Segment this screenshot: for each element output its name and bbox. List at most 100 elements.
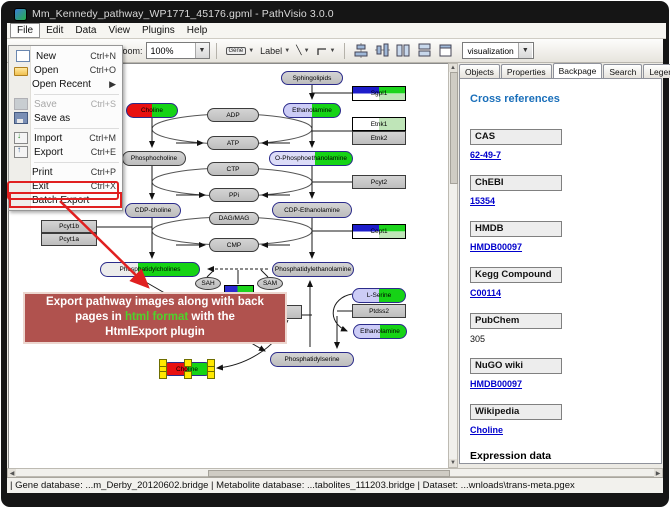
chevron-down-icon[interactable]: ▼ bbox=[248, 48, 254, 54]
chevron-down-icon[interactable]: ▼ bbox=[195, 43, 209, 58]
chevron-down-icon[interactable]: ▼ bbox=[284, 48, 290, 54]
menu-item-label: New bbox=[36, 51, 90, 62]
node-pcyt1a[interactable]: Pcyt1a bbox=[41, 233, 97, 246]
canvas-vertical-scrollbar[interactable]: ▲ ▼ bbox=[448, 63, 458, 468]
selection-handle[interactable] bbox=[184, 371, 192, 379]
node-phosphatidylserine[interactable]: Phosphatidylserine bbox=[270, 352, 354, 367]
side-panel-tabs: ObjectsPropertiesBackpageSearchLegend bbox=[459, 63, 663, 78]
selection-handle[interactable] bbox=[207, 371, 215, 379]
node-etnk2[interactable]: Etnk2 bbox=[352, 131, 406, 145]
selection-handle[interactable] bbox=[159, 371, 167, 379]
menubar-item-plugins[interactable]: Plugins bbox=[136, 24, 181, 37]
menu-item-batch-export[interactable]: Batch Export bbox=[10, 193, 121, 207]
node-adp[interactable]: ADP bbox=[207, 108, 259, 122]
scroll-down-icon[interactable]: ▼ bbox=[449, 459, 457, 467]
menu-item-open-recent[interactable]: Open Recent▶ bbox=[10, 77, 121, 91]
chevron-down-icon[interactable]: ▼ bbox=[330, 48, 336, 54]
menubar-item-file[interactable]: File bbox=[10, 23, 40, 38]
node-choline[interactable]: Choline bbox=[162, 362, 212, 376]
node-pcyt1b[interactable]: Pcyt1b bbox=[41, 220, 97, 233]
node-sgpl1[interactable]: Sgpl1 bbox=[352, 86, 406, 101]
add-datanode-button[interactable]: Gene▼ bbox=[224, 42, 257, 59]
tab-search[interactable]: Search bbox=[603, 64, 642, 78]
section-header: CAS bbox=[470, 129, 562, 145]
menu-shortcut: Ctrl+M bbox=[89, 133, 121, 143]
line-tool-icon: ╲ bbox=[296, 45, 301, 56]
scrollbar-thumb[interactable] bbox=[450, 72, 458, 184]
backpage-section-wikipedia: WikipediaCholine bbox=[470, 404, 661, 438]
node-o-phosphoethanolamine[interactable]: O-Phosphoethanolamine bbox=[269, 151, 353, 166]
xref-link[interactable]: HMDB00097 bbox=[470, 379, 522, 391]
node-cdp-ethanolamine[interactable]: CDP-Ethanolamine bbox=[272, 202, 352, 218]
menubar-item-help[interactable]: Help bbox=[181, 24, 214, 37]
elbow-connector-button[interactable]: ▼ bbox=[314, 42, 338, 59]
node-label: CDP-Ethanolamine bbox=[284, 207, 340, 214]
section-header: HMDB bbox=[470, 221, 562, 237]
node-sah[interactable]: SAH bbox=[195, 277, 221, 290]
xref-link[interactable]: C00114 bbox=[470, 288, 501, 300]
node-ctp[interactable]: CTP bbox=[207, 162, 259, 176]
node-cdp-choline[interactable]: CDP-choline bbox=[125, 203, 181, 218]
node-ppi[interactable]: PPi bbox=[209, 188, 259, 202]
tab-objects[interactable]: Objects bbox=[459, 64, 500, 78]
canvas-horizontal-scrollbar[interactable]: ◀ ▶ bbox=[7, 468, 663, 477]
zoom-combobox[interactable]: 100% ▼ bbox=[146, 42, 210, 59]
align-center-x-icon[interactable] bbox=[354, 43, 369, 58]
toolbar-separator bbox=[344, 43, 345, 59]
node-dag-mag[interactable]: DAG/MAG bbox=[209, 212, 259, 225]
menu-item-save[interactable]: SaveCtrl+S bbox=[10, 97, 121, 111]
tab-backpage[interactable]: Backpage bbox=[553, 63, 603, 78]
menu-item-import[interactable]: ImportCtrl+M bbox=[10, 131, 121, 145]
menu-item-export[interactable]: ExportCtrl+E bbox=[10, 145, 121, 159]
chevron-down-icon[interactable]: ▼ bbox=[304, 48, 310, 54]
line-tool-button[interactable]: ╲▼ bbox=[294, 42, 311, 59]
menu-item-new[interactable]: NewCtrl+N bbox=[10, 49, 121, 63]
xref-link[interactable]: 15354 bbox=[470, 196, 495, 208]
node-sam[interactable]: SAM bbox=[257, 277, 283, 290]
xref-link[interactable]: HMDB00097 bbox=[470, 242, 522, 254]
node-phosphocholine[interactable]: Phosphocholine bbox=[122, 151, 186, 166]
new-window-icon[interactable] bbox=[438, 43, 453, 58]
node-l-serine[interactable]: L-Serine bbox=[352, 288, 406, 303]
tab-properties[interactable]: Properties bbox=[501, 64, 552, 78]
pathvisio-app-icon bbox=[14, 8, 27, 21]
node-sphingolipids[interactable]: Sphingolipids bbox=[281, 71, 343, 85]
node-choline[interactable]: Choline bbox=[126, 103, 178, 118]
menu-item-print[interactable]: PrintCtrl+P bbox=[10, 165, 121, 179]
chevron-down-icon[interactable]: ▼ bbox=[518, 43, 532, 58]
tab-legend[interactable]: Legend bbox=[643, 64, 670, 78]
add-label-button[interactable]: Label▼ bbox=[258, 42, 292, 59]
node-label: Pcyt1a bbox=[59, 236, 79, 243]
backpage-panel: Cross references CAS62-49-7ChEBI15354HMD… bbox=[459, 78, 662, 464]
selection-handle[interactable] bbox=[184, 359, 192, 367]
node-label: Phosphatidylserine bbox=[285, 356, 340, 363]
scrollbar-thumb[interactable] bbox=[208, 470, 450, 477]
menu-item-save-as[interactable]: Save as bbox=[10, 111, 121, 125]
scroll-up-icon[interactable]: ▲ bbox=[449, 64, 457, 72]
common-width-icon[interactable] bbox=[417, 43, 432, 58]
menubar-item-data[interactable]: Data bbox=[69, 24, 102, 37]
node-ethanolamine[interactable]: Ethanolamine bbox=[283, 103, 341, 118]
xref-link[interactable]: Choline bbox=[470, 425, 503, 437]
node-cmp[interactable]: CMP bbox=[209, 238, 259, 252]
node-etnk1[interactable]: Etnk1 bbox=[352, 117, 406, 131]
node-ethanolamine[interactable]: Ethanolamine bbox=[353, 324, 407, 339]
menu-item-open[interactable]: OpenCtrl+O bbox=[10, 63, 121, 77]
visualization-combobox[interactable]: visualization ▼ bbox=[462, 42, 534, 59]
node-phosphatidylcholines[interactable]: Phosphatidylcholines bbox=[100, 262, 200, 277]
statusbar: | Gene database: ...m_Derby_20120602.bri… bbox=[7, 477, 663, 493]
common-height-icon[interactable] bbox=[396, 43, 411, 58]
scroll-left-icon[interactable]: ◀ bbox=[8, 469, 16, 477]
visualization-value: visualization bbox=[463, 46, 517, 56]
node-cept1[interactable]: Cept1 bbox=[352, 224, 406, 239]
node-phosphatidylethanolamine[interactable]: Phosphatidylethanolamine bbox=[272, 262, 354, 277]
xref-link[interactable]: 62-49-7 bbox=[470, 150, 501, 162]
menubar-item-edit[interactable]: Edit bbox=[40, 24, 69, 37]
menu-item-exit[interactable]: ExitCtrl+X bbox=[10, 179, 121, 193]
menubar-item-view[interactable]: View bbox=[102, 24, 136, 37]
scroll-right-icon[interactable]: ▶ bbox=[654, 469, 662, 477]
node-pcyt2[interactable]: Pcyt2 bbox=[352, 175, 406, 189]
node-atp[interactable]: ATP bbox=[207, 136, 259, 150]
align-center-y-icon[interactable] bbox=[375, 43, 390, 58]
node-ptdss2[interactable]: Ptdss2 bbox=[352, 304, 406, 318]
